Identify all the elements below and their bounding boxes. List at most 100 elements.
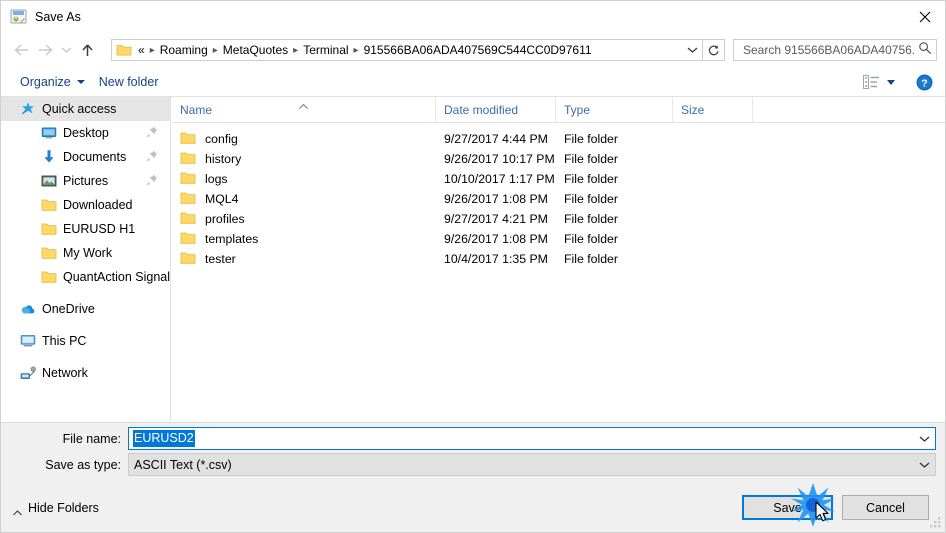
save-button[interactable]: Save (742, 495, 833, 520)
breadcrumb-item-instance[interactable]: 915566BA06ADA407569C544CC0D97611 (361, 42, 595, 58)
network-icon (20, 365, 36, 381)
resize-grip[interactable] (929, 516, 942, 529)
breadcrumb-separator-icon: ▸ (293, 44, 299, 56)
column-header-name-label: Name (180, 102, 213, 117)
chevron-down-icon[interactable] (914, 428, 935, 449)
sidebar-item-desktop[interactable]: Desktop (1, 121, 170, 145)
table-row[interactable]: history 9/26/2017 10:17 PM File folder (172, 149, 945, 169)
table-row[interactable]: templates 9/26/2017 1:08 PM File folder (172, 229, 945, 249)
pin-icon[interactable] (146, 126, 158, 138)
save-as-type-select[interactable]: ASCII Text (*.csv) (128, 453, 936, 476)
arrow-up-icon[interactable] (75, 38, 99, 62)
organize-button[interactable]: Organize (13, 72, 92, 92)
arrow-right-icon[interactable] (33, 38, 57, 62)
view-details-icon[interactable] (859, 73, 899, 91)
sort-ascending-icon (299, 98, 308, 109)
date-modified-cell: 10/10/2017 1:17 PM (444, 172, 555, 186)
breadcrumb-item-terminal[interactable]: Terminal (300, 42, 351, 58)
sidebar-item-eurusd-h1[interactable]: EURUSD H1 (1, 217, 170, 241)
table-row[interactable]: logs 10/10/2017 1:17 PM File folder (172, 169, 945, 189)
navigation-pane[interactable]: Quick access Desktop Documents Pictures Down… (1, 97, 171, 421)
new-folder-button[interactable]: New folder (92, 72, 166, 92)
pictures-icon (41, 173, 57, 189)
file-name-text: config (205, 132, 238, 146)
sidebar-item-documents[interactable]: Documents (1, 145, 170, 169)
help-icon[interactable]: ? (916, 74, 933, 91)
table-row[interactable]: MQL4 9/26/2017 1:08 PM File folder (172, 189, 945, 209)
type-cell: File folder (564, 232, 618, 246)
sidebar-item-downloaded[interactable]: Downloaded (1, 193, 170, 217)
hide-folders-button[interactable]: Hide Folders (13, 501, 99, 516)
sidebar-item-pictures[interactable]: Pictures (1, 169, 170, 193)
column-header-size[interactable]: Size (673, 97, 753, 122)
new-folder-label: New folder (98, 75, 159, 89)
table-row[interactable]: profiles 9/27/2017 4:21 PM File folder (172, 209, 945, 229)
file-name-cell: config (172, 130, 436, 149)
star-icon (20, 101, 36, 117)
save-form: File name: EURUSD2 Save as type: ASCII T… (1, 422, 945, 491)
breadcrumb: « ▸ Roaming ▸ MetaQuotes ▸ Terminal ▸ 91… (135, 42, 682, 58)
date-modified-cell: 9/27/2017 4:21 PM (444, 212, 548, 226)
close-icon[interactable] (902, 1, 945, 32)
pin-icon[interactable] (146, 174, 158, 186)
column-header-date-modified[interactable]: Date modified (436, 97, 556, 122)
sidebar-item-my-work[interactable]: My Work (1, 241, 170, 265)
folder-icon (41, 245, 57, 261)
pin-icon[interactable] (146, 150, 158, 162)
file-name-cell: MQL4 (172, 190, 436, 209)
documents-icon (41, 149, 57, 165)
sidebar-item-onedrive[interactable]: OneDrive (1, 297, 170, 321)
chevron-down-icon[interactable] (682, 40, 702, 60)
sidebar-item-quick-access[interactable]: Quick access (1, 97, 170, 121)
search-icon[interactable] (918, 41, 932, 60)
chevron-down-icon[interactable] (914, 454, 935, 475)
table-row[interactable]: tester 10/4/2017 1:35 PM File folder (172, 249, 945, 269)
breadcrumb-overflow[interactable]: « (135, 42, 148, 58)
column-headers: Name Date modified Type Size (172, 97, 945, 123)
cancel-button[interactable]: Cancel (842, 495, 929, 520)
navigation-bar: « ▸ Roaming ▸ MetaQuotes ▸ Terminal ▸ 91… (1, 32, 945, 68)
breadcrumb-separator-icon: ▸ (212, 44, 218, 56)
command-bar: Organize New folder ? (1, 68, 945, 97)
folder-icon (180, 170, 196, 189)
sidebar-item-label: Pictures (63, 174, 109, 188)
sidebar-item-label: My Work (63, 246, 113, 260)
table-row[interactable]: config 9/27/2017 4:44 PM File folder (172, 129, 945, 149)
folder-icon (180, 150, 196, 169)
cancel-button-label: Cancel (866, 500, 905, 515)
file-name-field[interactable]: EURUSD2 (128, 427, 936, 450)
column-header-type[interactable]: Type (556, 97, 673, 122)
chevron-down-icon[interactable] (57, 38, 75, 62)
folder-icon (180, 190, 196, 209)
search-input[interactable] (741, 42, 918, 58)
breadcrumb-item-roaming[interactable]: Roaming (157, 42, 211, 58)
sidebar-item-network[interactable]: Network (1, 361, 170, 385)
file-name-cell: tester (172, 250, 436, 269)
search-box[interactable] (733, 39, 937, 61)
column-header-type-label: Type (564, 102, 591, 117)
breadcrumb-item-metaquotes[interactable]: MetaQuotes (220, 42, 291, 58)
address-bar[interactable]: « ▸ Roaming ▸ MetaQuotes ▸ Terminal ▸ 91… (111, 39, 703, 61)
sidebar-item-quantaction-signal[interactable]: QuantAction Signal (1, 265, 170, 289)
refresh-icon[interactable] (703, 39, 725, 61)
file-list-pane[interactable]: Name Date modified Type Size config 9/27/… (172, 97, 945, 421)
type-cell: File folder (564, 192, 618, 206)
save-button-label: Save (773, 500, 802, 515)
sidebar-item-label: EURUSD H1 (63, 222, 136, 236)
onedrive-icon (20, 301, 36, 317)
column-header-name[interactable]: Name (172, 97, 436, 122)
column-header-size-label: Size (681, 102, 705, 117)
file-name-text: profiles (205, 212, 245, 226)
title-bar: Save As (1, 1, 945, 32)
save-as-dialog: Save As « ▸ Roaming ▸ MetaQuotes ▸ Termi… (0, 0, 946, 533)
file-name-text: history (205, 152, 242, 166)
file-name-cell: logs (172, 170, 436, 189)
sidebar-item-this-pc[interactable]: This PC (1, 329, 170, 353)
breadcrumb-separator-icon: ▸ (353, 44, 359, 56)
sidebar-item-label: QuantAction Signal (63, 270, 170, 284)
arrow-left-icon[interactable] (9, 38, 33, 62)
file-name-cell: profiles (172, 210, 436, 229)
